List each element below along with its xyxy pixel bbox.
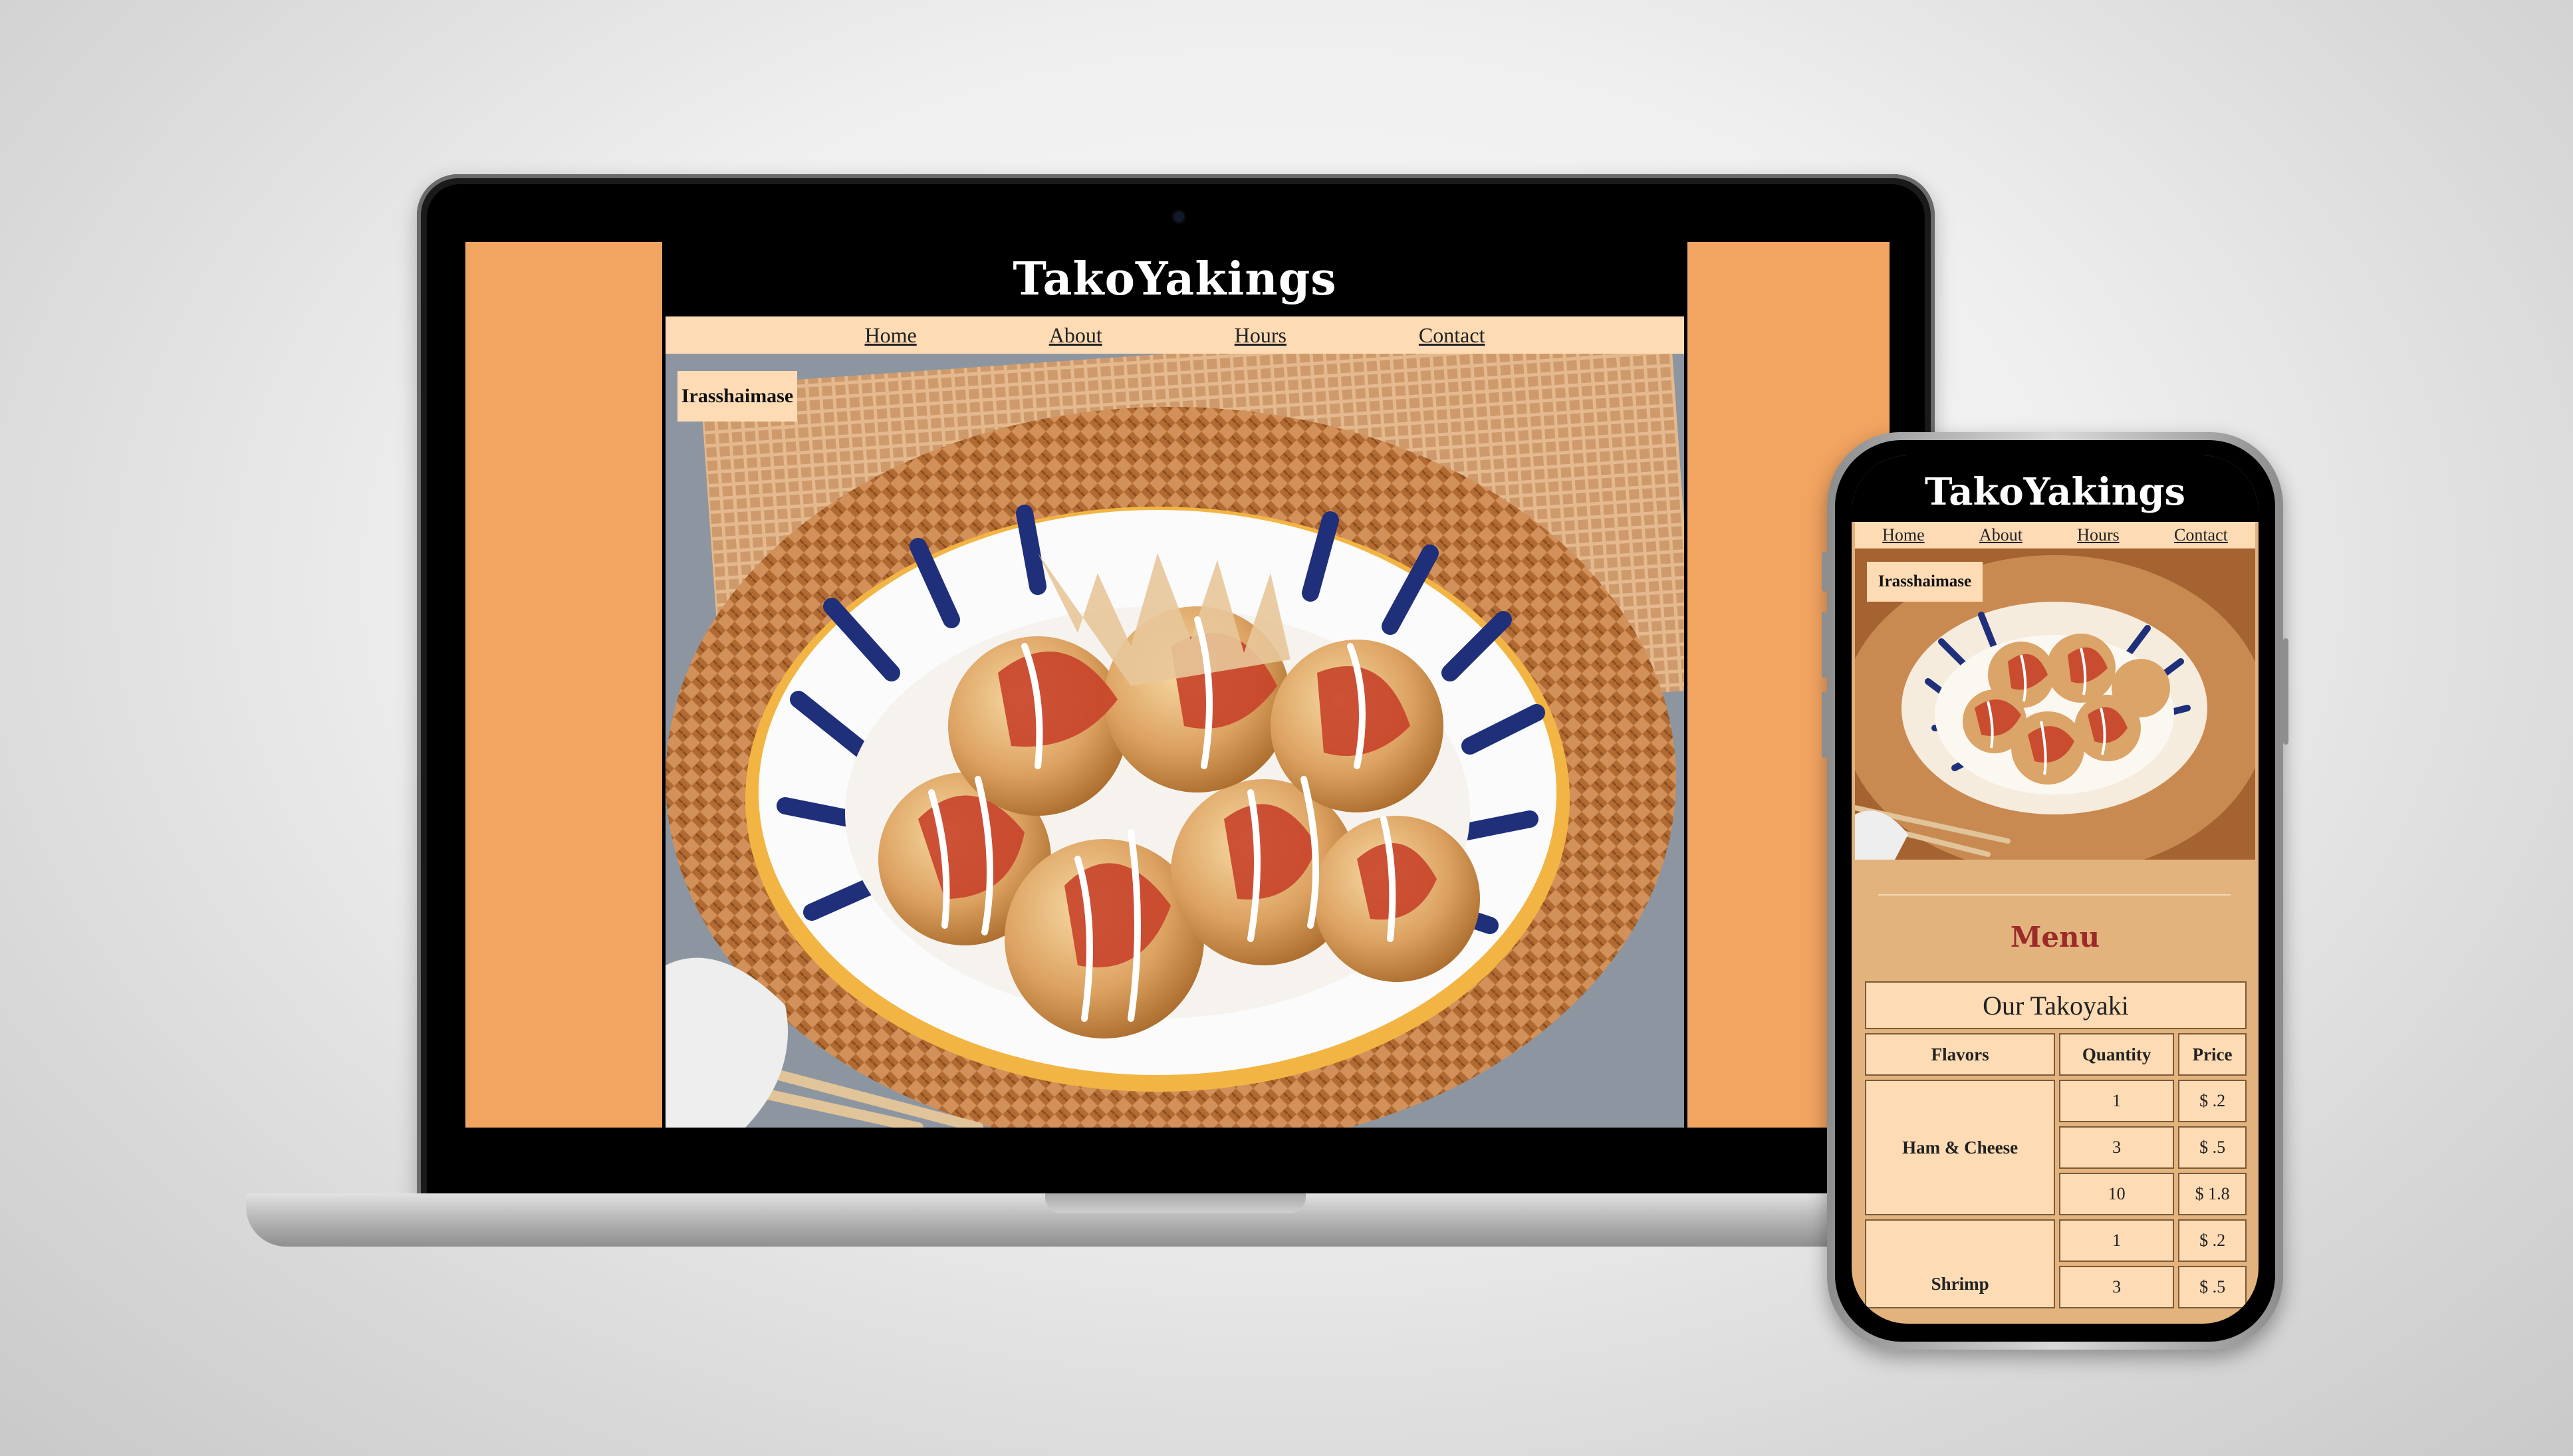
phone-nav-bar: Home About Hours Contact xyxy=(1855,522,2255,548)
laptop-notch xyxy=(1045,1193,1306,1213)
laptop-nav-bar: Home About Hours Contact xyxy=(666,316,1684,354)
nav-link-contact[interactable]: Contact xyxy=(1419,323,1485,348)
menu-table-caption: Our Takoyaki xyxy=(1865,981,2247,1029)
phone-volume-down-button xyxy=(1822,691,1827,758)
phone-power-button xyxy=(2283,638,2288,745)
section-divider xyxy=(1878,894,2231,896)
price-cell: $ .2 xyxy=(2178,1080,2247,1122)
flavor-cell: Shrimp xyxy=(1865,1219,2056,1308)
phone-side-button xyxy=(1822,552,1827,592)
hero-image: Irasshaimase xyxy=(666,354,1684,1128)
column-header-flavors: Flavors xyxy=(1865,1033,2056,1076)
site-title: TakoYakings xyxy=(1013,253,1337,306)
table-row: Ham & Cheese 1 $ .2 xyxy=(1865,1080,2247,1215)
takoyaki-plate-image xyxy=(666,354,1684,1128)
menu-heading: Menu xyxy=(2010,921,2100,953)
price-cell: $ .2 xyxy=(2178,1219,2247,1262)
laptop-camera xyxy=(1173,211,1184,222)
menu-table: Our Takoyaki Flavors Quantity Price Ham … xyxy=(1861,977,2251,1312)
phone-nav-link-contact[interactable]: Contact xyxy=(2174,525,2228,545)
phone-hero-image: Irasshaimase xyxy=(1855,548,2255,860)
column-header-price: Price xyxy=(2178,1033,2247,1076)
price-cell: $ .5 xyxy=(2178,1126,2247,1169)
flavor-cell: Ham & Cheese xyxy=(1865,1080,2056,1215)
phone-screen: TakoYakings Home About Hours Contact Ira… xyxy=(1852,455,2259,1324)
phone-nav-link-home[interactable]: Home xyxy=(1882,525,1925,545)
phone-nav-link-hours[interactable]: Hours xyxy=(2077,525,2120,545)
laptop-website: TakoYakings Home About Hours Contact Ira… xyxy=(662,242,1687,1128)
table-row: Shrimp 1 $ .2 xyxy=(1865,1219,2247,1308)
quantity-cell: 3 xyxy=(2059,1266,2175,1308)
nav-link-about[interactable]: About xyxy=(1049,323,1102,348)
nav-link-home[interactable]: Home xyxy=(865,323,917,348)
nav-link-hours[interactable]: Hours xyxy=(1235,323,1286,348)
column-header-quantity: Quantity xyxy=(2059,1033,2175,1076)
quantity-cell: 10 xyxy=(2059,1173,2175,1215)
quantity-cell: 1 xyxy=(2059,1219,2175,1262)
price-cell: $ .5 xyxy=(2178,1266,2247,1308)
price-cell: $ 1.8 xyxy=(2178,1173,2247,1215)
quantity-cell: 1 xyxy=(2059,1080,2175,1122)
phone-nav-link-about[interactable]: About xyxy=(1979,525,2022,545)
phone-greeting-badge: Irasshaimase xyxy=(1867,562,1983,602)
phone-site-title: TakoYakings xyxy=(1852,455,2259,522)
quantity-cell: 3 xyxy=(2059,1126,2175,1169)
phone-volume-up-button xyxy=(1822,612,1827,678)
laptop-screen: TakoYakings Home About Hours Contact Ira… xyxy=(465,242,1890,1128)
greeting-badge: Irasshaimase xyxy=(677,371,797,422)
